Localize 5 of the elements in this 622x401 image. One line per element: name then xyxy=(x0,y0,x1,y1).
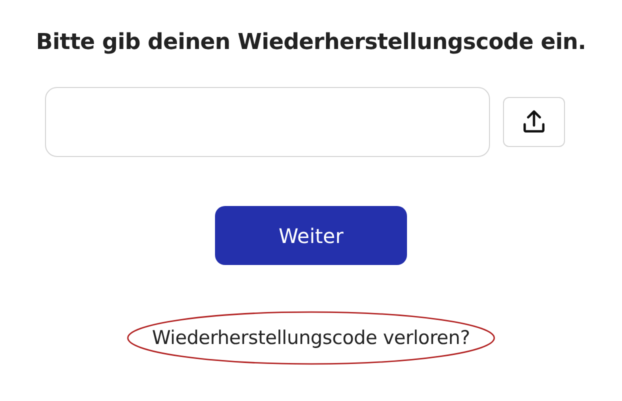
heading: Bitte gib deinen Wiederherstellungscode ein. xyxy=(36,30,586,55)
upload-button[interactable] xyxy=(503,97,565,147)
continue-button[interactable]: Weiter xyxy=(215,206,407,265)
code-input-field[interactable] xyxy=(45,87,490,157)
lost-code-link[interactable]: Wiederherstellungscode verloren? xyxy=(152,327,470,349)
